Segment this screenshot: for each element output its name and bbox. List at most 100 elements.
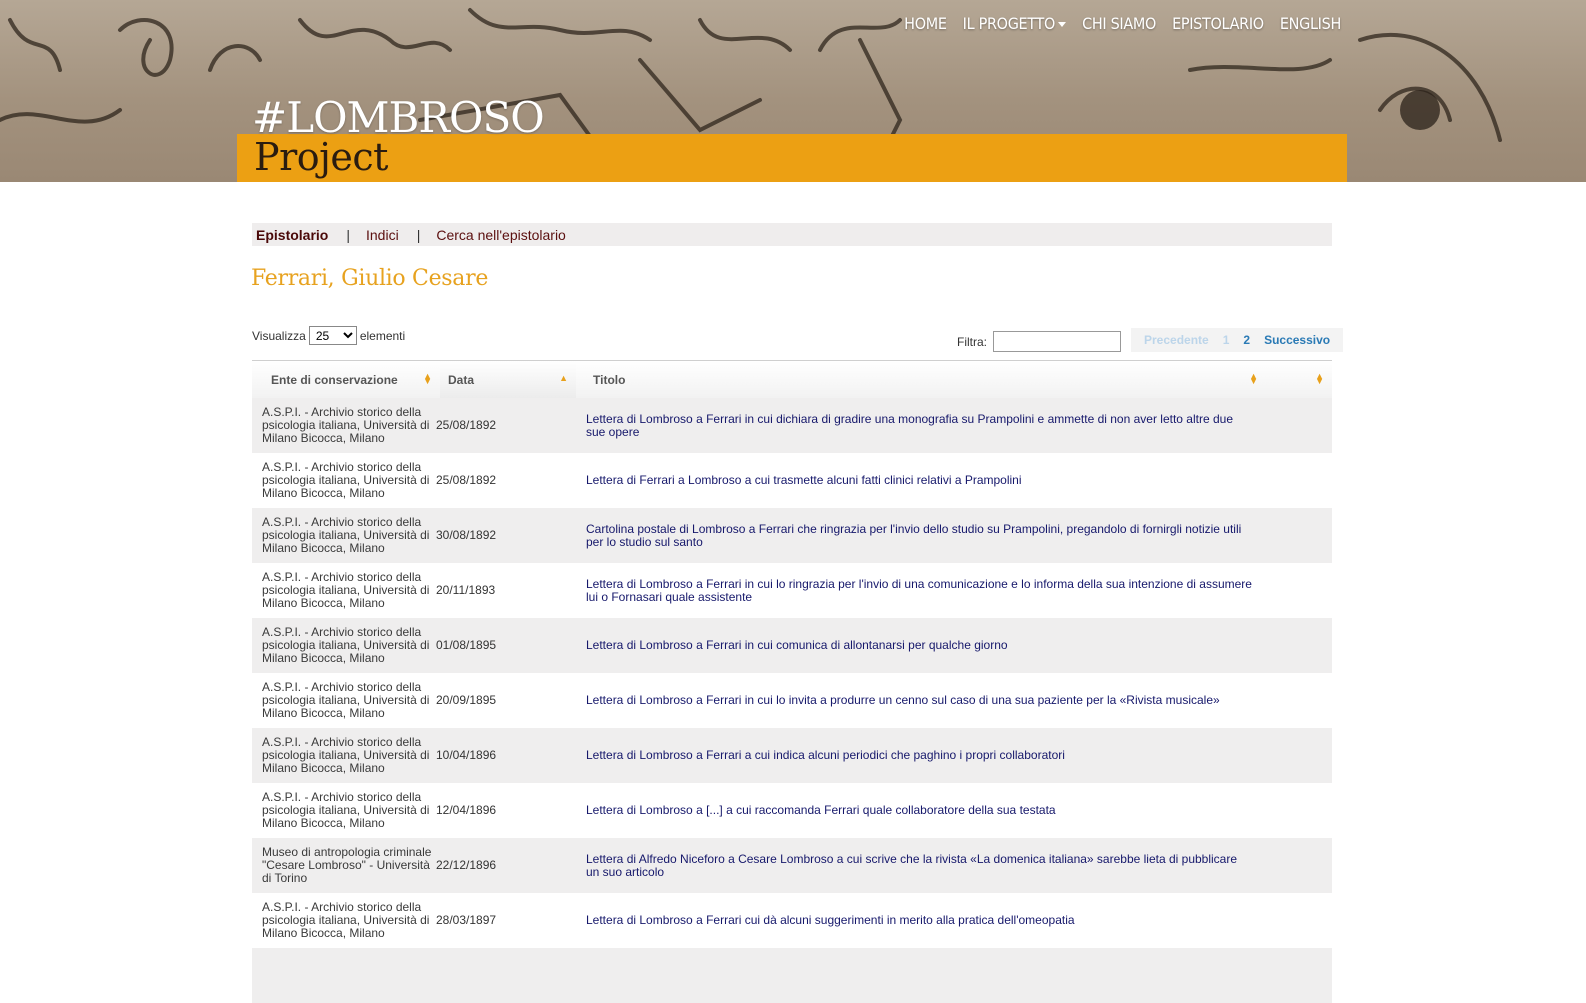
subnav-epistolario[interactable]: Epistolario — [256, 227, 328, 243]
caret-down-icon — [1058, 21, 1067, 27]
cell-data: 20/11/1893 — [436, 563, 576, 618]
pagination: Precedente 1 2 Successivo — [1131, 328, 1344, 352]
nav-home[interactable]: HOME — [904, 10, 947, 36]
nav-chi-siamo[interactable]: CHI SIAMO — [1082, 10, 1156, 36]
filter-control: Filtra: — [957, 331, 1121, 352]
page-length-control: Visualizza 25 elementi — [252, 326, 405, 345]
cell-data: 25/08/1892 — [436, 453, 576, 508]
table-row: A.S.P.I. - Archivio storico della psicol… — [252, 893, 1332, 948]
table-row — [252, 948, 1332, 1003]
column-header-titolo-label: Titolo — [593, 373, 626, 387]
cell-data-value: 22/12/1896 — [436, 858, 497, 872]
column-header-data[interactable]: Data ▲ — [440, 361, 576, 398]
column-header-extra[interactable]: ▲ ▼ — [1266, 361, 1332, 398]
cell-data: 20/09/1895 — [436, 673, 576, 728]
nav-epistolario[interactable]: EPISTOLARIO — [1172, 10, 1264, 36]
pagination-previous[interactable]: Precedente — [1137, 333, 1216, 347]
cell-extra — [1266, 783, 1332, 838]
subnav-separator: | — [416, 226, 421, 243]
cell-titolo: Lettera di Ferrari a Lombroso a cui tras… — [576, 453, 1266, 508]
table-row: A.S.P.I. - Archivio storico della psicol… — [252, 398, 1332, 453]
cell-data: 12/04/1896 — [436, 783, 576, 838]
length-suffix: elementi — [359, 328, 406, 343]
cell-titolo: Lettera di Lombroso a Ferrari a cui indi… — [576, 728, 1266, 783]
cell-extra — [1266, 673, 1332, 728]
cell-extra — [1266, 508, 1332, 563]
column-header-data-label: Data — [448, 373, 475, 387]
cell-data: 10/04/1896 — [436, 728, 576, 783]
nav-home-label: HOME — [904, 13, 947, 33]
page-length-select[interactable]: 25 — [308, 326, 357, 345]
header-banner: HOME IL PROGETTO CHI SIAMO EPISTOLARIO E… — [0, 0, 1586, 182]
cell-titolo: Lettera di Lombroso a Ferrari in cui com… — [576, 618, 1266, 673]
letters-table-wrapper: Ente di conservazione ▲ ▼ Data ▲ Titolo ▲… — [252, 360, 1332, 1003]
sort-both-icon: ▲ ▼ — [423, 371, 432, 386]
cell-ente — [252, 948, 440, 1003]
subnav-indici[interactable]: Indici — [366, 227, 399, 243]
cell-data: 30/08/1892 — [436, 508, 576, 563]
cell-data: 25/08/1892 — [436, 398, 576, 453]
cell-ente: A.S.P.I. - Archivio storico della psicol… — [252, 783, 440, 838]
cell-titolo: Lettera di Lombroso a Ferrari cui dà alc… — [576, 893, 1266, 948]
column-header-titolo[interactable]: Titolo ▲ ▼ — [576, 361, 1266, 398]
cell-ente: A.S.P.I. - Archivio storico della psicol… — [252, 563, 440, 618]
nav-english[interactable]: ENGLISH — [1280, 10, 1341, 36]
letter-link[interactable]: Lettera di Lombroso a Ferrari a cui indi… — [586, 748, 1065, 762]
letter-link[interactable]: Lettera di Lombroso a Ferrari in cui dic… — [586, 412, 1233, 439]
letter-link[interactable]: Lettera di Lombroso a [...] a cui raccom… — [586, 803, 1056, 817]
sub-navigation: Epistolario | Indici | Cerca nell'episto… — [252, 223, 1332, 246]
cell-titolo: Lettera di Lombroso a [...] a cui raccom… — [576, 783, 1266, 838]
table-row: A.S.P.I. - Archivio storico della psicol… — [252, 783, 1332, 838]
filter-input[interactable] — [993, 331, 1121, 352]
table-row: A.S.P.I. - Archivio storico della psicol… — [252, 563, 1332, 618]
nav-english-label: ENGLISH — [1279, 13, 1341, 33]
cell-extra — [1266, 838, 1332, 893]
nav-il-progetto[interactable]: IL PROGETTO — [963, 10, 1067, 36]
cell-titolo: Cartolina postale di Lombroso a Ferrari … — [576, 508, 1266, 563]
table-body: A.S.P.I. - Archivio storico della psicol… — [252, 398, 1332, 1003]
subnav-cerca[interactable]: Cerca nell'epistolario — [436, 227, 566, 243]
cell-ente: A.S.P.I. - Archivio storico della psicol… — [252, 398, 440, 453]
cell-extra — [1266, 453, 1332, 508]
pagination-page-2[interactable]: 2 — [1236, 333, 1257, 347]
cell-data-value: 25/08/1892 — [436, 418, 497, 432]
page-title: Ferrari, Giulio Cesare — [251, 266, 489, 291]
pagination-next[interactable]: Successivo — [1257, 333, 1337, 347]
letters-table: Ente di conservazione ▲ ▼ Data ▲ Titolo ▲… — [252, 361, 1332, 1003]
cell-extra — [1266, 618, 1332, 673]
letter-link[interactable]: Lettera di Ferrari a Lombroso a cui tras… — [586, 473, 1022, 487]
letter-link[interactable]: Lettera di Lombroso a Ferrari in cui lo … — [586, 577, 1252, 604]
cell-ente: A.S.P.I. - Archivio storico della psicol… — [252, 893, 440, 948]
letter-link[interactable]: Lettera di Lombroso a Ferrari in cui com… — [586, 638, 1008, 652]
sort-both-icon: ▲ ▼ — [1315, 371, 1324, 386]
cell-data-value: 12/04/1896 — [436, 803, 497, 817]
nav-epistolario-label: EPISTOLARIO — [1172, 13, 1264, 33]
cell-titolo: Lettera di Alfredo Niceforo a Cesare Lom… — [576, 838, 1266, 893]
sort-ascending-icon: ▲ — [559, 373, 568, 383]
cell-ente: A.S.P.I. - Archivio storico della psicol… — [252, 728, 440, 783]
letter-link[interactable]: Lettera di Alfredo Niceforo a Cesare Lom… — [586, 852, 1237, 879]
cell-data-value: 25/08/1892 — [436, 473, 497, 487]
cell-data: 28/03/1897 — [436, 893, 576, 948]
cell-data-value: 30/08/1892 — [436, 528, 497, 542]
cell-titolo — [576, 948, 1266, 1003]
table-row: A.S.P.I. - Archivio storico della psicol… — [252, 673, 1332, 728]
cell-titolo: Lettera di Lombroso a Ferrari in cui lo … — [576, 673, 1266, 728]
pagination-page-1[interactable]: 1 — [1216, 333, 1237, 347]
letter-link[interactable]: Lettera di Lombroso a Ferrari cui dà alc… — [586, 913, 1075, 927]
letter-link[interactable]: Cartolina postale di Lombroso a Ferrari … — [586, 522, 1241, 549]
cell-titolo: Lettera di Lombroso a Ferrari in cui lo … — [576, 563, 1266, 618]
letter-link[interactable]: Lettera di Lombroso a Ferrari in cui lo … — [586, 693, 1220, 707]
filter-label: Filtra: — [957, 334, 987, 349]
cell-extra — [1266, 398, 1332, 453]
cell-ente: A.S.P.I. - Archivio storico della psicol… — [252, 618, 440, 673]
column-header-ente[interactable]: Ente di conservazione ▲ ▼ — [252, 361, 440, 398]
cell-data — [440, 948, 576, 1003]
cell-extra — [1266, 728, 1332, 783]
table-row: Museo di antropologia criminale "Cesare … — [252, 838, 1332, 893]
table-row: A.S.P.I. - Archivio storico della psicol… — [252, 728, 1332, 783]
cell-ente: A.S.P.I. - Archivio storico della psicol… — [252, 508, 440, 563]
logo-project[interactable]: Project — [254, 134, 388, 180]
nav-chi-siamo-label: CHI SIAMO — [1082, 13, 1157, 33]
table-row: A.S.P.I. - Archivio storico della psicol… — [252, 453, 1332, 508]
